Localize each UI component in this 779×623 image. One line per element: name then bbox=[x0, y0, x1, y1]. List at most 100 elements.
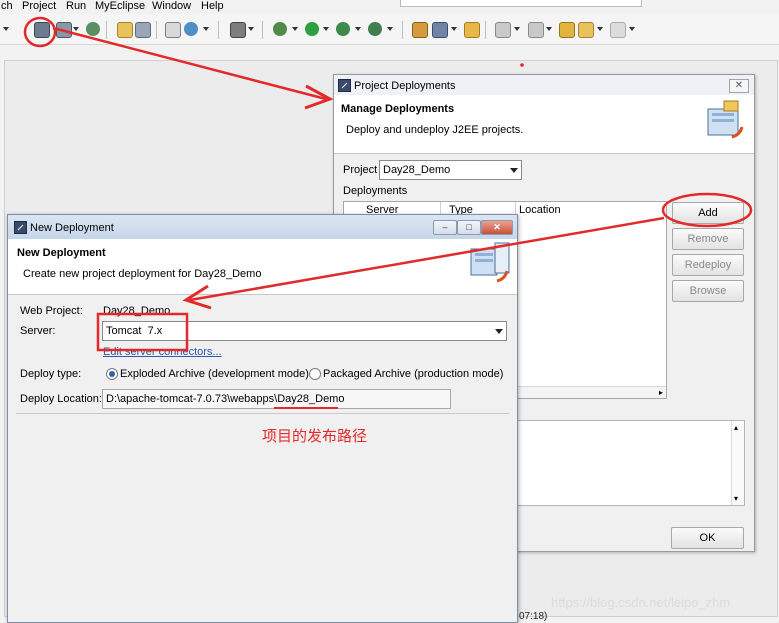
coverage-icon[interactable] bbox=[336, 22, 350, 36]
chevron-down-icon[interactable] bbox=[546, 27, 552, 31]
chevron-down-icon[interactable] bbox=[3, 27, 9, 31]
deploy-location-field[interactable]: D:\apache-tomcat-7.0.73\webapps\Day28_De… bbox=[102, 389, 451, 409]
toolbar-separator bbox=[485, 21, 486, 39]
deploy-icon[interactable] bbox=[34, 22, 50, 38]
pen-icon[interactable] bbox=[432, 22, 448, 38]
status-vertical-scrollbar[interactable]: ▴ ▾ bbox=[731, 421, 744, 505]
menu-bar: ch Project Run MyEclipse Window Help bbox=[0, 0, 779, 14]
server-label: Server: bbox=[20, 325, 56, 337]
menu-search[interactable]: ch bbox=[1, 0, 13, 12]
menu-project[interactable]: Project bbox=[22, 0, 56, 12]
new-deployment-dialog: New Deployment ‒ □ ✕ New Deployment Crea… bbox=[7, 214, 518, 623]
minimize-icon[interactable]: ‒ bbox=[433, 220, 457, 235]
chevron-down-icon[interactable] bbox=[248, 27, 254, 31]
dialog-titlebar: New Deployment ‒ □ ✕ bbox=[8, 215, 517, 239]
exploded-archive-radio[interactable] bbox=[106, 368, 118, 380]
back-icon[interactable] bbox=[578, 22, 594, 38]
deploy-location-value: D:\apache-tomcat-7.0.73\webapps\Day28_De… bbox=[106, 393, 345, 405]
chevron-down-icon[interactable] bbox=[629, 27, 635, 31]
deploy-wizard-icon bbox=[707, 100, 744, 139]
divider bbox=[16, 413, 509, 414]
run-icon[interactable] bbox=[305, 22, 319, 36]
server-select-value: Tomcat 7.x bbox=[106, 325, 163, 337]
toolbar-separator bbox=[262, 21, 263, 39]
chevron-down-icon[interactable] bbox=[323, 27, 329, 31]
deployments-label: Deployments bbox=[343, 185, 408, 197]
web-project-value: Day28_Demo bbox=[103, 305, 171, 317]
close-icon[interactable]: ✕ bbox=[481, 220, 513, 235]
forward-icon[interactable] bbox=[610, 22, 626, 38]
redeploy-button[interactable]: Redeploy bbox=[672, 254, 744, 276]
chevron-down-icon[interactable] bbox=[292, 27, 298, 31]
chevron-down-icon[interactable]: ▾ bbox=[734, 494, 738, 503]
bug-icon[interactable] bbox=[273, 22, 287, 36]
last-edit-icon[interactable] bbox=[559, 22, 575, 38]
package-icon[interactable] bbox=[135, 22, 151, 38]
menu-window[interactable]: Window bbox=[152, 0, 191, 12]
browser-icon[interactable] bbox=[184, 22, 198, 36]
dialog-titlebar: Project Deployments ✕ bbox=[334, 75, 754, 95]
dialog-description: Create new project deployment for Day28_… bbox=[23, 268, 262, 280]
packaged-archive-label[interactable]: Packaged Archive (production mode) bbox=[323, 368, 503, 380]
chevron-down-icon[interactable] bbox=[387, 27, 393, 31]
folder-open-icon[interactable] bbox=[464, 22, 480, 38]
column-header-location[interactable]: Location bbox=[516, 202, 664, 218]
dialog-header: Manage Deployments Deploy and undeploy J… bbox=[334, 95, 754, 154]
chevron-down-icon[interactable] bbox=[73, 27, 79, 31]
web-project-label: Web Project: bbox=[20, 305, 83, 317]
external-tools-icon[interactable] bbox=[368, 22, 382, 36]
toolbar-separator bbox=[156, 21, 157, 39]
server-icon[interactable] bbox=[56, 22, 72, 38]
maximize-icon[interactable]: □ bbox=[457, 220, 481, 235]
chevron-down-icon bbox=[510, 168, 518, 173]
dialog-description: Deploy and undeploy J2EE projects. bbox=[346, 124, 524, 136]
deploy-location-label: Deploy Location: bbox=[20, 393, 102, 405]
chevron-right-icon[interactable]: ▸ bbox=[659, 388, 663, 397]
chevron-down-icon[interactable] bbox=[514, 27, 520, 31]
menu-run[interactable]: Run bbox=[66, 0, 86, 12]
menu-help[interactable]: Help bbox=[201, 0, 224, 12]
annotation-note: 项目的发布路径 bbox=[262, 428, 368, 445]
globe-icon[interactable] bbox=[86, 22, 100, 36]
add-button[interactable]: Add bbox=[672, 202, 744, 224]
toolbar-separator bbox=[106, 21, 107, 39]
server-select[interactable]: Tomcat 7.x bbox=[102, 321, 507, 341]
folder-icon[interactable] bbox=[117, 22, 133, 38]
chevron-up-icon[interactable]: ▴ bbox=[734, 423, 738, 432]
deployment-status-area[interactable]: ▴ ▾ bbox=[517, 420, 745, 506]
project-select[interactable]: Day28_Demo bbox=[379, 160, 522, 180]
console-icon[interactable] bbox=[230, 22, 246, 38]
dialog-title: Project Deployments bbox=[354, 80, 456, 92]
main-toolbar bbox=[0, 14, 779, 45]
watermark: https://blog.csdn.net/leipo_zhm bbox=[551, 595, 731, 610]
exploded-archive-label[interactable]: Exploded Archive (development mode) bbox=[120, 368, 309, 380]
dialog-title: New Deployment bbox=[30, 222, 114, 234]
remove-button[interactable]: Remove bbox=[672, 228, 744, 250]
browse-button[interactable]: Browse bbox=[672, 280, 744, 302]
toolbar-separator bbox=[402, 21, 403, 39]
open-type-icon[interactable] bbox=[412, 22, 428, 38]
close-icon[interactable]: ✕ bbox=[729, 79, 749, 93]
dialog-heading: Manage Deployments bbox=[341, 103, 455, 115]
chevron-down-icon bbox=[495, 329, 503, 334]
next-annotation-icon[interactable] bbox=[495, 22, 511, 38]
project-label: Project bbox=[343, 164, 378, 176]
dialog-header: New Deployment Create new project deploy… bbox=[8, 239, 517, 295]
chevron-down-icon[interactable] bbox=[597, 27, 603, 31]
chevron-down-icon[interactable] bbox=[451, 27, 457, 31]
new-icon[interactable] bbox=[165, 22, 181, 38]
myeclipse-icon bbox=[14, 221, 27, 234]
edit-server-connectors-link[interactable]: Edit server connectors... bbox=[103, 346, 222, 358]
status-fragment: 07:18) bbox=[519, 611, 548, 622]
toolbar-separator bbox=[218, 21, 219, 39]
menu-myeclipse[interactable]: MyEclipse bbox=[95, 0, 145, 12]
chevron-down-icon[interactable] bbox=[355, 27, 361, 31]
packaged-archive-radio[interactable] bbox=[309, 368, 321, 380]
dialog-heading: New Deployment bbox=[17, 247, 106, 259]
myeclipse-icon bbox=[338, 79, 351, 92]
chevron-down-icon[interactable] bbox=[203, 27, 209, 31]
prev-annotation-icon[interactable] bbox=[528, 22, 544, 38]
floating-window-edge bbox=[400, 0, 642, 7]
project-select-value: Day28_Demo bbox=[383, 164, 451, 176]
ok-button[interactable]: OK bbox=[671, 527, 744, 549]
